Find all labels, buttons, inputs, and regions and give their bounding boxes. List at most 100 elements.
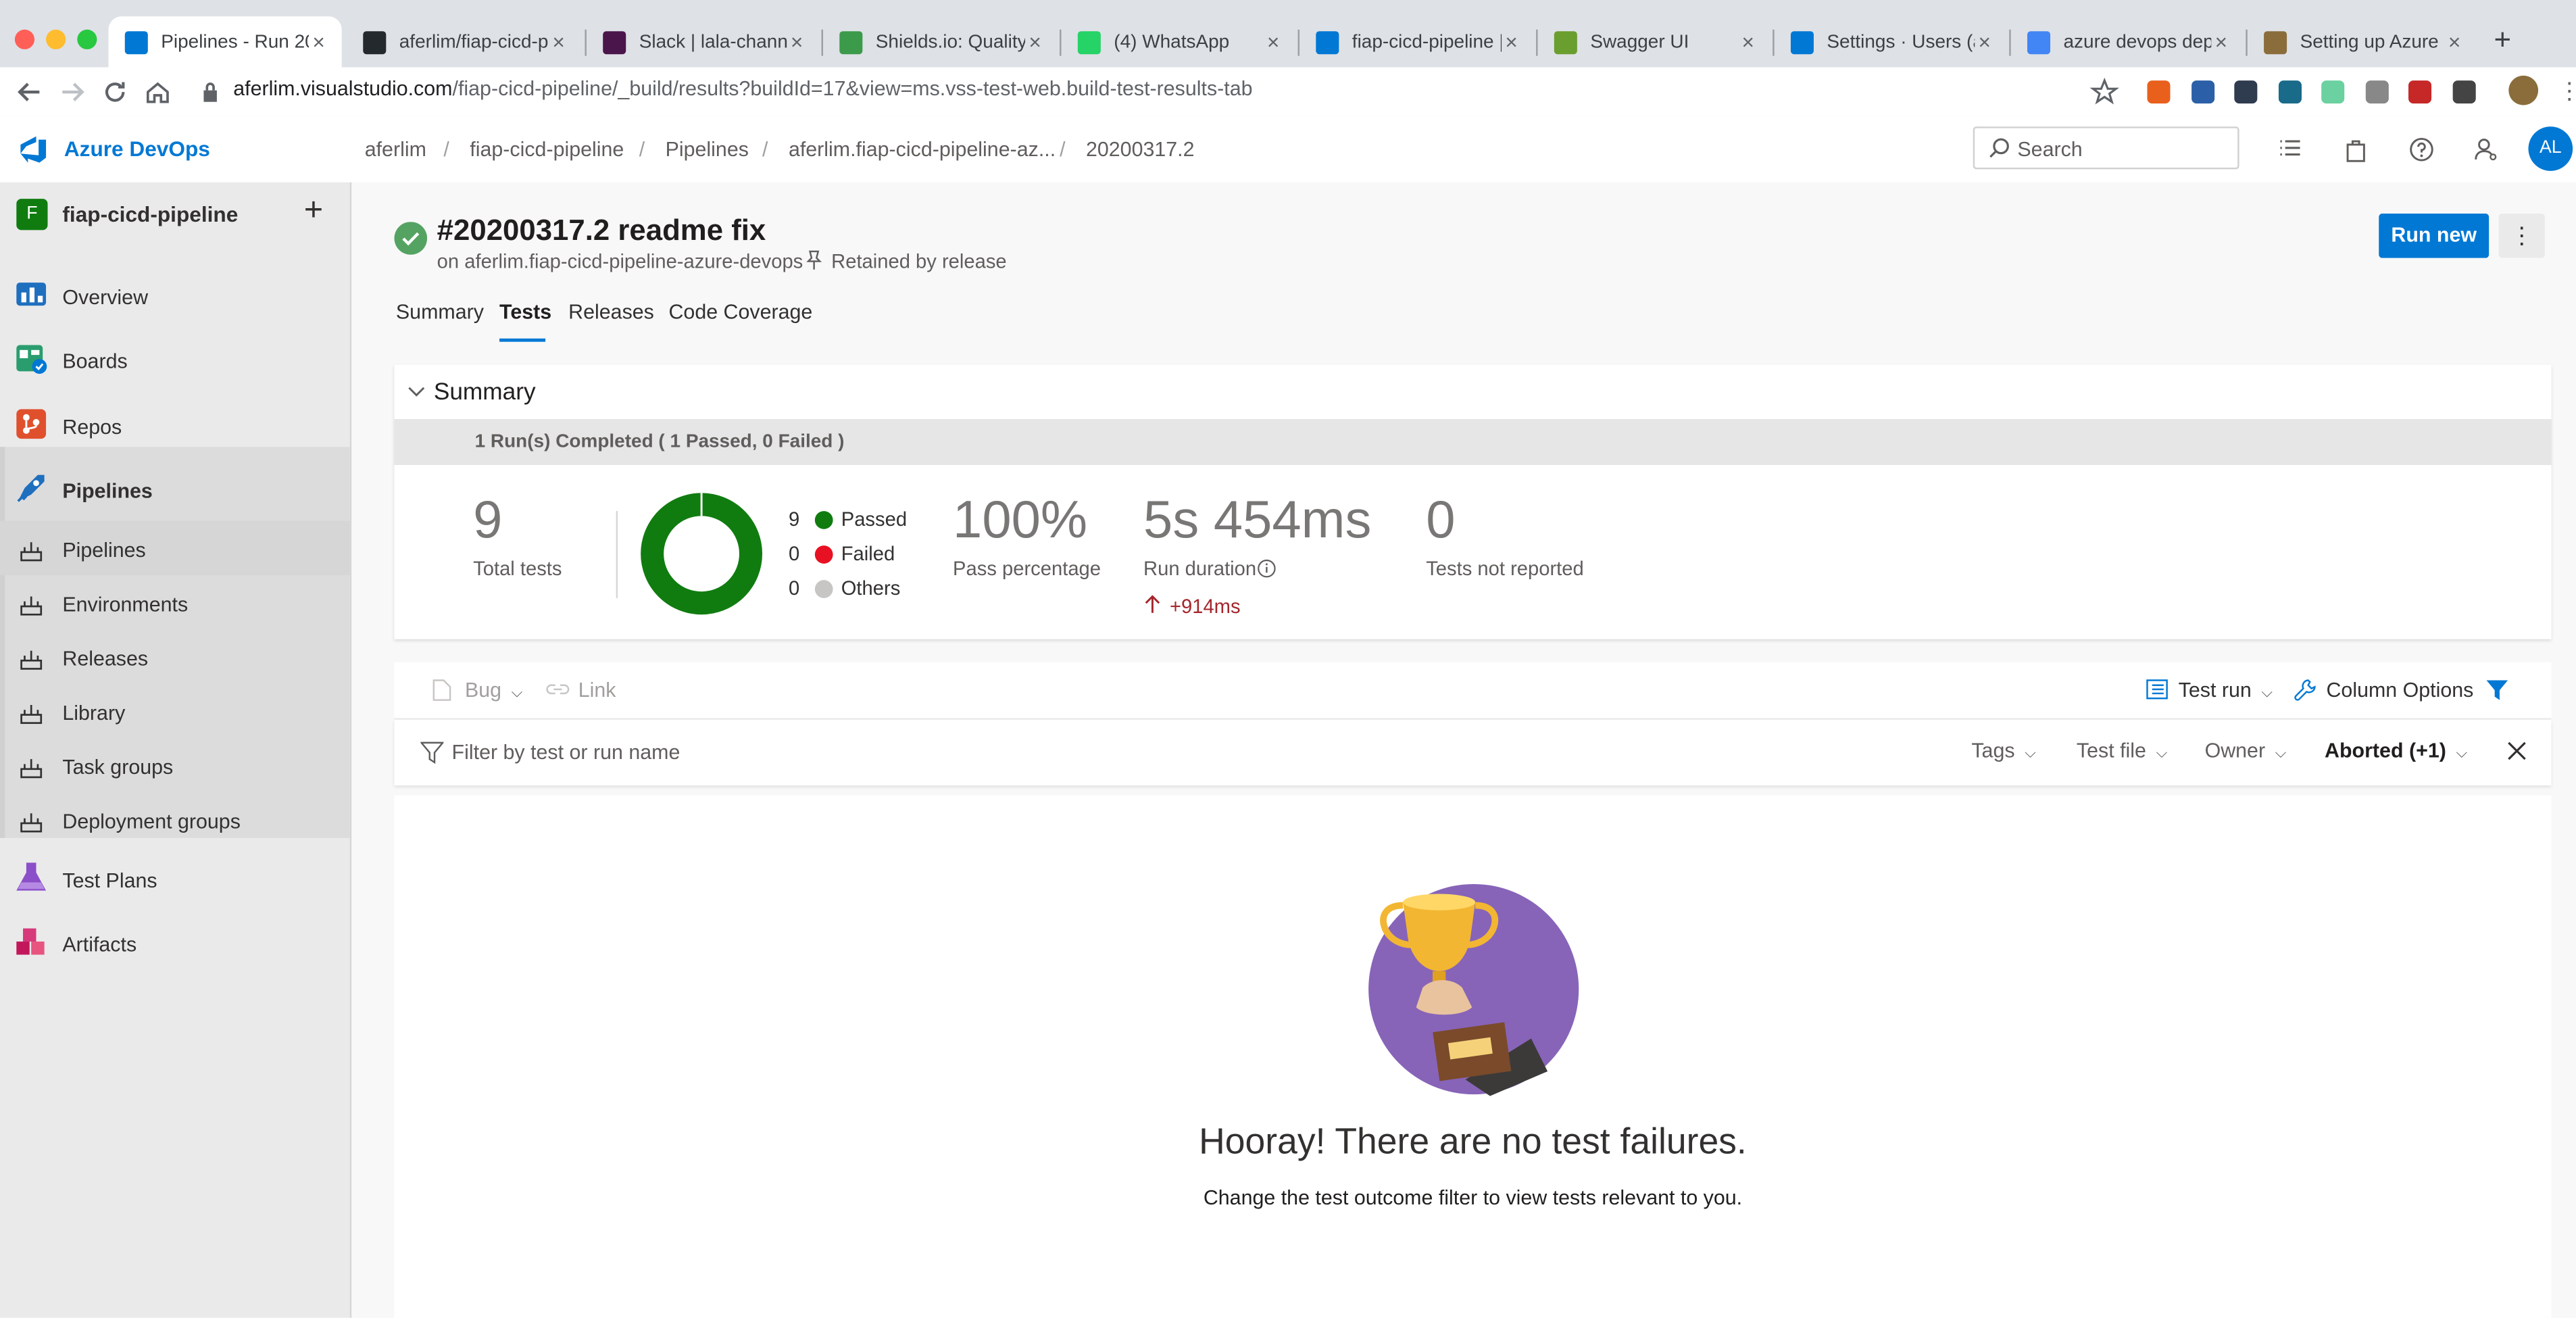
breadcrumb-separator: / bbox=[639, 138, 645, 162]
bookmark-star-icon[interactable] bbox=[2089, 77, 2120, 107]
tab-separator bbox=[1297, 29, 1300, 56]
run-new-button[interactable]: Run new bbox=[2379, 214, 2490, 258]
browser-tab[interactable]: Shields.io: Quality m× bbox=[823, 16, 1058, 67]
summary-header[interactable]: Summary bbox=[434, 380, 536, 406]
tab-releases[interactable]: Releases bbox=[568, 301, 654, 324]
sidebar-item-task-groups[interactable]: Task groups bbox=[0, 743, 350, 792]
new-tab-button[interactable]: + bbox=[2494, 23, 2511, 57]
browser-extension-icon[interactable] bbox=[2234, 80, 2258, 104]
breadcrumb-separator: / bbox=[762, 138, 768, 162]
browser-extension-icon[interactable] bbox=[2277, 80, 2301, 104]
owner-filter-dropdown[interactable]: Owner ⌵ bbox=[2205, 739, 2287, 762]
browser-tab[interactable]: Swagger UI × bbox=[1538, 16, 1771, 67]
sidebar-item-pipelines[interactable]: Pipelines bbox=[0, 466, 350, 516]
browser-tab[interactable]: Pipelines - Run 2020× bbox=[108, 16, 342, 68]
help-icon[interactable] bbox=[2408, 137, 2435, 163]
tab-close-icon[interactable]: × bbox=[309, 30, 328, 54]
window-close-button[interactable] bbox=[14, 29, 35, 49]
sidebar-item-environments[interactable]: Environments bbox=[0, 580, 350, 629]
close-icon[interactable] bbox=[2507, 741, 2527, 760]
outcome-filter-dropdown[interactable]: Aborted (+1) ⌵ bbox=[2325, 739, 2467, 762]
tags-filter-dropdown[interactable]: Tags ⌵ bbox=[1971, 739, 2035, 762]
tab-close-icon[interactable]: × bbox=[1264, 30, 1283, 54]
column-options-button[interactable]: Column Options bbox=[2326, 679, 2473, 702]
tab-close-icon[interactable]: × bbox=[2445, 30, 2464, 54]
user-settings-icon[interactable] bbox=[2473, 137, 2499, 163]
tab-close-icon[interactable]: × bbox=[1975, 30, 1994, 54]
filter-input[interactable]: Filter by test or run name bbox=[452, 741, 680, 764]
window-zoom-button[interactable] bbox=[77, 29, 97, 49]
browser-tab[interactable]: aferlim/fiap-cicd-pip × bbox=[347, 16, 582, 67]
sidebar-item-library[interactable]: Library bbox=[0, 689, 350, 738]
tab-close-icon[interactable]: × bbox=[1738, 30, 1758, 54]
sidebar-item-boards[interactable]: Boards bbox=[0, 337, 350, 386]
reload-icon[interactable] bbox=[100, 77, 130, 107]
bug-button[interactable]: Bug ⌵ bbox=[465, 679, 522, 702]
browser-extension-icon[interactable] bbox=[2321, 80, 2345, 104]
marketplace-bag-icon[interactable] bbox=[2343, 137, 2369, 163]
sidebar-item-test-plans[interactable]: Test Plans bbox=[0, 856, 350, 906]
breadcrumb-item[interactable]: fiap-cicd-pipeline bbox=[470, 138, 624, 161]
run-source[interactable]: on aferlim.fiap-cicd-pipeline-azure-devo… bbox=[437, 250, 803, 273]
sidebar-item-deployment-groups[interactable]: Deployment groups bbox=[0, 797, 350, 846]
browser-tab[interactable]: Setting up Azure De× bbox=[2248, 16, 2477, 67]
browser-tab[interactable]: Settings · Users (afe× bbox=[1775, 16, 2008, 67]
tab-close-icon[interactable]: × bbox=[2211, 30, 2231, 54]
list-settings-icon[interactable] bbox=[2277, 137, 2304, 163]
tab-tests[interactable]: Tests bbox=[499, 301, 551, 324]
browser-tab[interactable]: (4) WhatsApp × bbox=[1062, 16, 1297, 67]
legend-count: 9 bbox=[788, 508, 800, 531]
azure-devops-logo-icon[interactable] bbox=[16, 135, 49, 164]
sidebar-item-repos[interactable]: Repos bbox=[0, 403, 350, 452]
project-avatar[interactable]: F bbox=[16, 199, 48, 230]
browser-tab[interactable]: Slack | lala-channel |× bbox=[587, 16, 820, 67]
tab-summary[interactable]: Summary bbox=[396, 301, 484, 324]
tab-close-icon[interactable]: × bbox=[549, 30, 568, 54]
tab-close-icon[interactable]: × bbox=[1502, 30, 1521, 54]
filter-toggle-icon[interactable] bbox=[2485, 679, 2508, 702]
info-icon[interactable] bbox=[1257, 559, 1277, 579]
browser-extension-icon[interactable] bbox=[2190, 80, 2214, 104]
chevron-down-icon[interactable] bbox=[407, 383, 426, 401]
link-button[interactable]: Link bbox=[578, 679, 616, 702]
test-run-dropdown[interactable]: Test run ⌵ bbox=[2179, 679, 2273, 702]
sidebar-item-pipelines[interactable]: Pipelines bbox=[0, 526, 350, 575]
browser-extension-icon[interactable] bbox=[2147, 80, 2171, 104]
search-icon bbox=[1988, 137, 2011, 160]
profile-avatar[interactable] bbox=[2508, 75, 2539, 105]
total-tests-value: 9 bbox=[473, 489, 503, 549]
add-project-item-button[interactable]: + bbox=[304, 192, 323, 230]
breadcrumb-item[interactable]: Pipelines bbox=[666, 138, 749, 161]
tab-close-icon[interactable]: × bbox=[1025, 30, 1045, 54]
pass-percentage-value: 100% bbox=[953, 489, 1088, 549]
test-file-filter-dropdown[interactable]: Test file ⌵ bbox=[2077, 739, 2167, 762]
browser-tab[interactable]: fiap-cicd-pipeline | D× bbox=[1299, 16, 1535, 67]
back-arrow-icon[interactable] bbox=[15, 77, 45, 107]
tab-close-icon[interactable]: × bbox=[787, 30, 807, 54]
window-minimize-button[interactable] bbox=[46, 29, 66, 49]
search-input[interactable]: Search bbox=[1973, 126, 2239, 170]
avatar[interactable]: AL bbox=[2528, 126, 2573, 171]
tab-favicon-icon bbox=[2264, 30, 2287, 54]
breadcrumb-item[interactable]: aferlim.fiap-cicd-pipeline-az... bbox=[789, 138, 1056, 161]
breadcrumb-item[interactable]: 20200317.2 bbox=[1086, 138, 1195, 161]
project-name[interactable]: fiap-cicd-pipeline bbox=[62, 202, 238, 226]
sidebar-item-releases[interactable]: Releases bbox=[0, 634, 350, 683]
browser-extension-icon[interactable] bbox=[2452, 80, 2475, 104]
home-icon[interactable] bbox=[143, 77, 173, 107]
forward-arrow-icon[interactable] bbox=[57, 77, 87, 107]
sidebar-item-overview[interactable]: Overview bbox=[0, 273, 350, 322]
browser-extension-icon[interactable] bbox=[2408, 80, 2432, 104]
product-name[interactable]: Azure DevOps bbox=[64, 137, 210, 161]
tab-code-coverage[interactable]: Code Coverage bbox=[668, 301, 812, 324]
browser-extension-icon[interactable] bbox=[2364, 80, 2388, 104]
address-bar[interactable]: aferlim.visualstudio.com/fiap-cicd-pipel… bbox=[233, 77, 1252, 100]
pass-percentage-label: Pass percentage bbox=[953, 557, 1101, 581]
sidebar-item-artifacts[interactable]: Artifacts bbox=[0, 920, 350, 969]
donut-slice-passed bbox=[641, 493, 763, 615]
browser-tab[interactable]: azure devops deploy× bbox=[2011, 16, 2244, 67]
more-actions-button[interactable]: ⋮ bbox=[2498, 214, 2545, 258]
breadcrumb-item[interactable]: aferlim bbox=[365, 138, 426, 161]
browser-menu-icon[interactable]: ⋮ bbox=[2558, 77, 2576, 105]
tab-title: Slack | lala-channel | bbox=[639, 32, 787, 52]
